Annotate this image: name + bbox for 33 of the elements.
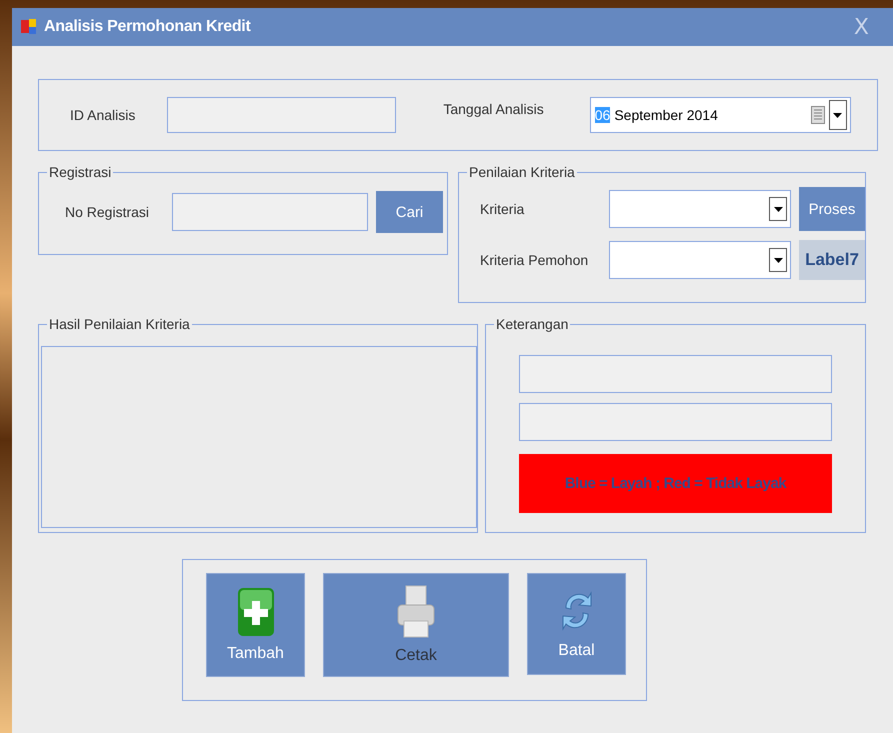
date-picker[interactable]: 06 September 2014 (590, 97, 851, 133)
group-title: Keterangan (494, 316, 570, 332)
cancel-button[interactable]: Batal (527, 573, 626, 675)
caret-icon (833, 112, 842, 118)
dropdown-button[interactable] (828, 100, 847, 130)
criteria-label: Kriteria Pemohon (480, 252, 590, 268)
info-field[interactable] (519, 355, 832, 393)
date-day: 06 (594, 107, 610, 123)
add-button[interactable]: Tambah (206, 573, 305, 677)
app-icon (20, 18, 38, 36)
no-registrasi-field[interactable] (172, 193, 368, 231)
printer-icon (397, 585, 435, 639)
group-title: Hasil Penilaian Kriteria (47, 316, 192, 332)
plus-icon (236, 587, 274, 637)
caret-icon (774, 206, 782, 212)
id-analisis-field[interactable] (167, 97, 396, 133)
dropdown-button[interactable] (769, 197, 787, 221)
date-text: September 2014 (614, 107, 719, 123)
search-button[interactable]: Cari (376, 191, 444, 233)
group-title: Registrasi (47, 164, 114, 180)
date-label: Tanggal Analisis (443, 101, 544, 117)
window-title: Analisis Permohonan Kredit (44, 18, 252, 36)
status-label: Label7 (799, 240, 865, 280)
process-button[interactable]: Proses (799, 187, 865, 231)
criteria-label: Kriteria (480, 201, 526, 217)
group-title: Penilaian Kriteria (467, 164, 577, 180)
dropdown-button[interactable] (769, 248, 787, 272)
info-field[interactable] (519, 403, 832, 441)
id-analisis-label: ID Analisis (70, 107, 136, 123)
close-button[interactable]: X (854, 14, 869, 40)
caret-icon (774, 258, 782, 262)
no-registrasi-label: No Registrasi (65, 204, 150, 220)
legend-banner: Blue = Layah ; Red = Tidak Layak (519, 454, 832, 513)
